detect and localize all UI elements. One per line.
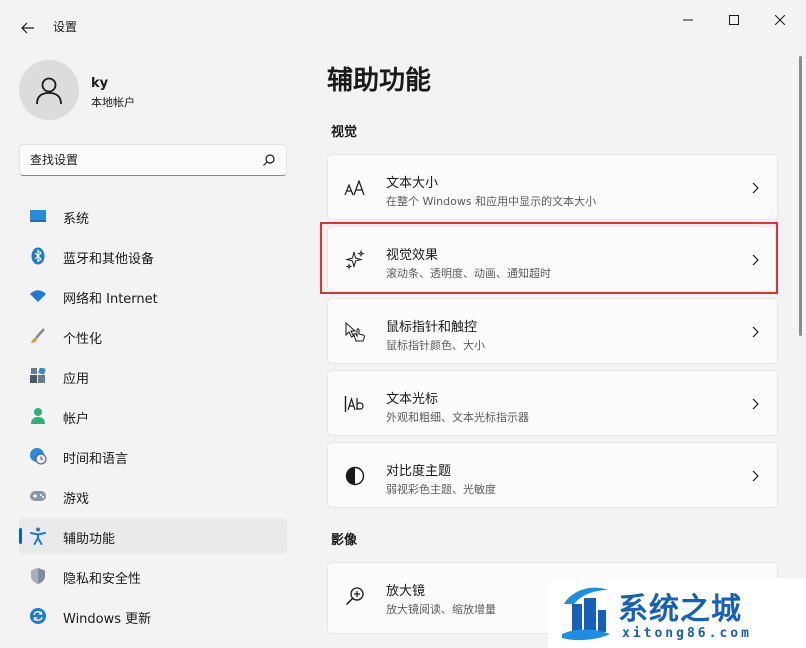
sidebar-item-label: 时间和语言: [63, 452, 129, 467]
sidebar-item-windows-update[interactable]: Windows 更新: [19, 598, 287, 634]
back-button[interactable]: [14, 14, 42, 42]
card-visual-effects[interactable]: 视觉效果 滚动条、透明度、动画、通知超时: [327, 226, 778, 292]
monitor-icon: [29, 207, 47, 225]
card-title: 文本光标: [386, 392, 439, 407]
page-title: 辅助功能: [327, 66, 432, 96]
search-box[interactable]: [19, 144, 287, 176]
card-text-cursor[interactable]: 文本光标 外观和粗细、文本光标指示器: [327, 370, 778, 436]
user-name: ky: [91, 76, 109, 91]
section-title-hearing: 影像: [331, 533, 358, 548]
scroll-thumb[interactable]: [799, 56, 802, 336]
sidebar-item-accessibility[interactable]: 辅助功能: [19, 518, 287, 554]
avatar: [19, 60, 79, 120]
section-title-vision: 视觉: [331, 125, 358, 140]
card-description: 外观和粗细、文本光标指示器: [386, 411, 529, 424]
sidebar-item-apps[interactable]: 应用: [19, 358, 287, 394]
gamepad-icon: [29, 487, 47, 505]
card-title: 鼠标指针和触控: [386, 320, 478, 335]
card-title: 文本大小: [386, 176, 439, 191]
search-icon[interactable]: [262, 153, 276, 167]
close-icon: [775, 15, 785, 25]
sidebar-nav: 系统 蓝牙和其他设备 网络和 Internet 个性化 应用 帐户 时间和语言 …: [19, 198, 287, 638]
card-mouse-pointer-touch[interactable]: 鼠标指针和触控 鼠标指针颜色、大小: [327, 298, 778, 364]
card-description: 放大镜阅读、缩放增量: [386, 603, 496, 616]
chevron-right-icon: [752, 326, 759, 338]
sidebar-item-label: 隐私和安全性: [63, 572, 142, 587]
magnifier-icon: [344, 585, 366, 607]
chevron-right-icon: [752, 254, 759, 266]
chevron-right-icon: [752, 398, 759, 410]
sidebar-item-privacy[interactable]: 隐私和安全性: [19, 558, 287, 594]
sidebar-item-network[interactable]: 网络和 Internet: [19, 278, 287, 314]
sidebar-item-gaming[interactable]: 游戏: [19, 478, 287, 514]
minimize-icon: [683, 19, 693, 21]
wifi-icon: [29, 287, 47, 305]
user-profile[interactable]: ky 本地帐户: [19, 60, 289, 120]
title-bar: 设置: [0, 0, 806, 52]
text-cursor-icon: [344, 393, 366, 415]
card-title: 放大镜: [386, 584, 426, 599]
sidebar-item-label: 系统: [63, 212, 90, 227]
minimize-button[interactable]: [668, 6, 708, 34]
bluetooth-icon: [29, 247, 47, 265]
back-arrow-icon: [21, 22, 34, 34]
shield-icon: [29, 567, 47, 585]
pointer-touch-icon: [344, 321, 366, 343]
card-contrast-themes[interactable]: 对比度主题 弱视彩色主题、光敏度: [327, 442, 778, 508]
brush-icon: [29, 327, 47, 345]
card-description: 鼠标指针颜色、大小: [386, 339, 485, 352]
text-size-icon: [344, 177, 366, 199]
sidebar-item-label: 帐户: [63, 412, 90, 427]
sidebar-item-label: 游戏: [63, 492, 90, 507]
sidebar-item-label: Windows 更新: [63, 612, 152, 627]
contrast-icon: [344, 465, 366, 487]
sidebar-item-label: 辅助功能: [63, 532, 116, 547]
sidebar-item-time-language[interactable]: 时间和语言: [19, 438, 287, 474]
chevron-right-icon: [752, 470, 759, 482]
person-icon: [36, 77, 62, 105]
app-title: 设置: [53, 20, 78, 34]
update-icon: [29, 607, 47, 625]
card-title: 视觉效果: [386, 248, 439, 263]
account-icon: [29, 407, 47, 425]
card-title: 对比度主题: [386, 464, 452, 479]
sidebar-item-label: 蓝牙和其他设备: [63, 252, 155, 267]
globe-clock-icon: [29, 447, 47, 465]
sparkle-icon: [344, 249, 366, 271]
sidebar-item-label: 网络和 Internet: [63, 292, 158, 307]
sidebar-item-system[interactable]: 系统: [19, 198, 287, 234]
watermark-name: 系统之城: [618, 592, 742, 627]
search-input[interactable]: [30, 151, 250, 169]
maximize-button[interactable]: [714, 6, 754, 34]
watermark-domain: xitong86.com: [622, 626, 752, 641]
sidebar-item-bluetooth[interactable]: 蓝牙和其他设备: [19, 238, 287, 274]
card-description: 弱视彩色主题、光敏度: [386, 483, 496, 496]
sidebar-item-label: 应用: [63, 372, 90, 387]
account-type: 本地帐户: [91, 96, 135, 109]
sidebar-item-label: 个性化: [63, 332, 103, 347]
card-text-size[interactable]: 文本大小 在整个 Windows 和应用中显示的文本大小: [327, 154, 778, 220]
scrollbar[interactable]: [799, 56, 803, 336]
close-button[interactable]: [760, 6, 800, 34]
chevron-right-icon: [752, 182, 759, 194]
accessibility-icon: [29, 527, 47, 545]
sidebar-item-personalization[interactable]: 个性化: [19, 318, 287, 354]
watermark-logo-icon: [562, 587, 610, 641]
sidebar-item-accounts[interactable]: 帐户: [19, 398, 287, 434]
apps-icon: [29, 367, 47, 385]
watermark: 系统之城 xitong86.com: [548, 578, 806, 648]
maximize-icon: [729, 15, 739, 25]
card-description: 在整个 Windows 和应用中显示的文本大小: [386, 195, 597, 208]
card-description: 滚动条、透明度、动画、通知超时: [386, 267, 551, 280]
